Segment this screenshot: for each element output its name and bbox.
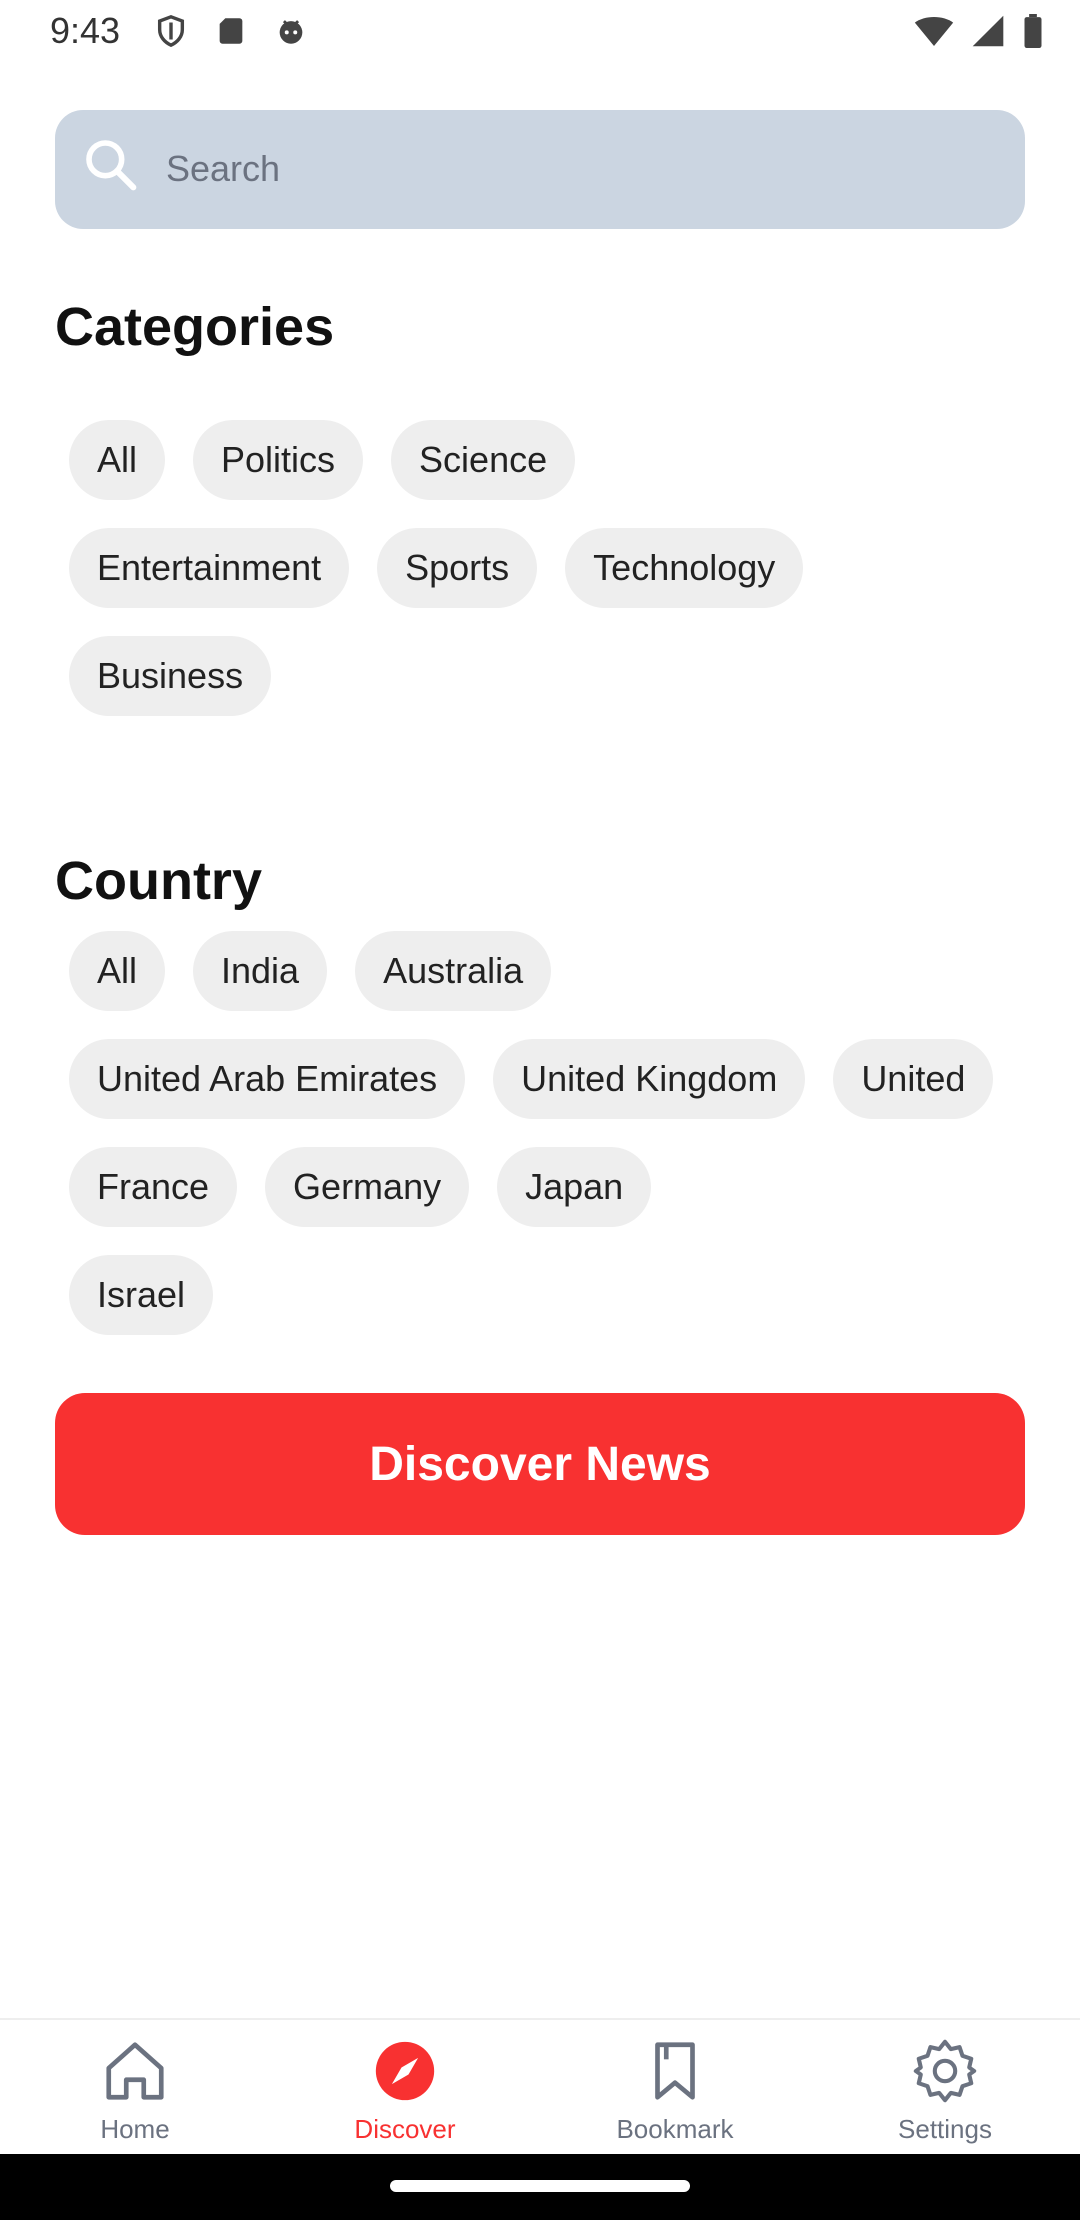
status-time: 9:43 [50, 10, 121, 51]
chip-row: All India Australia [69, 931, 1025, 1011]
country-chip-japan[interactable]: Japan [497, 1147, 652, 1227]
categories-title: Categories [55, 297, 335, 357]
nav-label-discover: Discover [354, 2114, 456, 2144]
chip-row: All Politics Science [69, 420, 1025, 500]
nav-item-bookmark[interactable]: Bookmark [540, 2020, 810, 2154]
category-chip-politics[interactable]: Politics [193, 420, 364, 500]
discover-screen: 9:43 Search Categories All Politics Scie… [0, 0, 1080, 2220]
home-icon [106, 2042, 164, 2100]
search-bar[interactable]: Search [55, 110, 1025, 229]
nav-item-discover[interactable]: Discover [270, 2020, 540, 2154]
category-chip-all[interactable]: All [69, 420, 166, 500]
chip-row: France Germany Japan [69, 1147, 1025, 1227]
chip-row: Entertainment Sports Technology [69, 528, 1025, 608]
category-chip-sports[interactable]: Sports [377, 528, 538, 608]
wifi-icon [914, 17, 954, 46]
nav-item-home[interactable]: Home [0, 2020, 270, 2154]
signal-icon [972, 15, 1004, 47]
search-icon [86, 140, 137, 191]
sd-card-icon [219, 18, 243, 44]
country-chip-israel[interactable]: Israel [69, 1255, 214, 1335]
home-indicator[interactable] [390, 2180, 690, 2192]
search-input[interactable]: Search [166, 148, 280, 190]
country-chip-australia[interactable]: Australia [355, 931, 552, 1011]
category-chip-business[interactable]: Business [69, 636, 272, 716]
category-chip-technology[interactable]: Technology [565, 528, 804, 608]
android-face-icon [279, 20, 303, 44]
category-chip-entertainment[interactable]: Entertainment [69, 528, 350, 608]
chip-row: Business [69, 636, 1025, 716]
chip-row: Israel [69, 1255, 1025, 1335]
bottom-nav: Home Discover Bookmark Settings [0, 2018, 1080, 2154]
compass-icon [375, 2041, 435, 2101]
nav-label-settings: Settings [898, 2114, 992, 2144]
battery-icon [1024, 14, 1042, 48]
nav-item-settings[interactable]: Settings [810, 2020, 1080, 2154]
categories-chip-group: All Politics Science Entertainment Sport… [69, 420, 1025, 744]
country-chip-group: All India Australia United Arab Emirates… [69, 931, 1025, 1363]
country-chip-all[interactable]: All [69, 931, 166, 1011]
status-right-icons [914, 14, 1044, 48]
discover-news-label: Discover News [369, 1437, 711, 1491]
gear-icon [913, 2039, 977, 2103]
status-bar: 9:43 [0, 0, 1080, 64]
country-chip-uk[interactable]: United Kingdom [493, 1039, 806, 1119]
country-chip-uae[interactable]: United Arab Emirates [69, 1039, 466, 1119]
nav-label-home: Home [100, 2114, 170, 2144]
country-chip-united[interactable]: United [833, 1039, 994, 1119]
country-chip-germany[interactable]: Germany [265, 1147, 470, 1227]
shield-icon [157, 15, 185, 48]
system-nav-bar [0, 2154, 1080, 2220]
country-chip-india[interactable]: India [193, 931, 328, 1011]
category-chip-science[interactable]: Science [391, 420, 576, 500]
bookmark-icon [655, 2042, 695, 2100]
chip-row: United Arab Emirates United Kingdom Unit… [69, 1039, 1025, 1119]
discover-news-button[interactable]: Discover News [55, 1393, 1025, 1535]
country-chip-france[interactable]: France [69, 1147, 238, 1227]
nav-label-bookmark: Bookmark [616, 2114, 734, 2144]
country-title: Country [55, 851, 262, 911]
